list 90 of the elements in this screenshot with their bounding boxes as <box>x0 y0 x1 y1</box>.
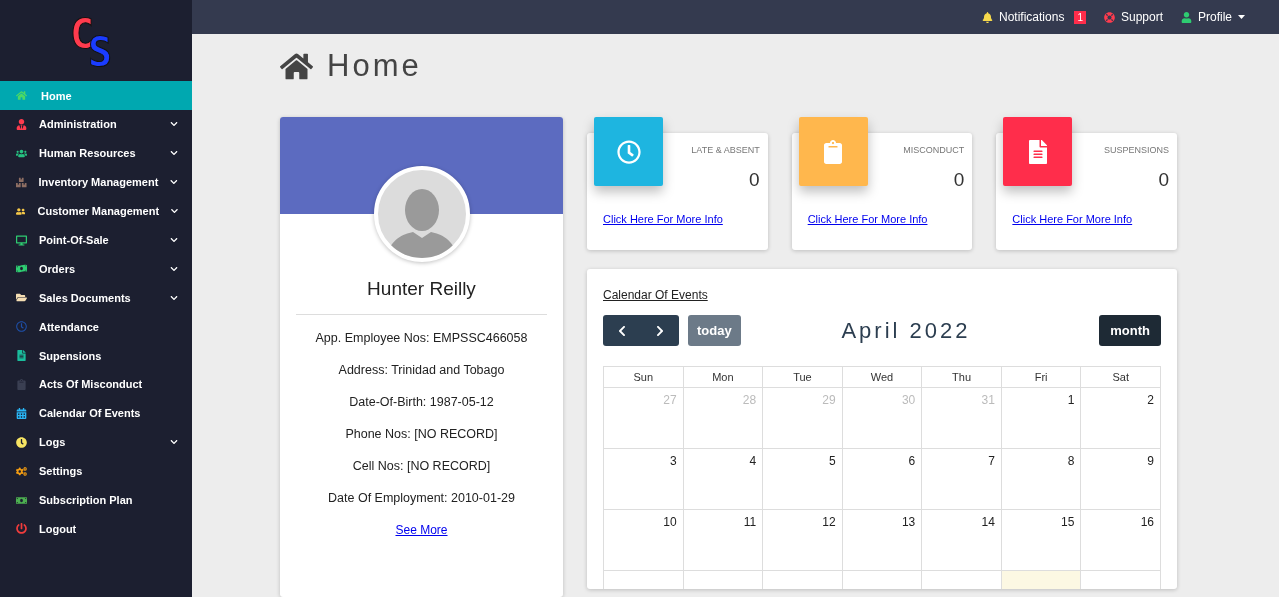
calendar-day-cell[interactable]: 2 <box>1081 388 1161 449</box>
next-button[interactable] <box>641 315 679 346</box>
stat-value: 0 <box>953 169 965 191</box>
sidebar-item[interactable]: Calendar Of Events <box>0 398 192 428</box>
sidebar-item[interactable]: Administration <box>0 110 192 139</box>
sidebar-item[interactable]: Supensions <box>0 341 192 370</box>
clock-icon <box>16 436 27 448</box>
calendar-day-cell[interactable]: 4 <box>683 449 764 510</box>
group-icon <box>16 205 26 217</box>
sidebar-item[interactable]: Logout <box>0 514 192 544</box>
sidebar-item[interactable]: Inventory Management <box>0 167 192 197</box>
calendar-day-cell[interactable]: 11 <box>683 510 764 571</box>
calendar-day-cell[interactable]: 14 <box>922 510 1002 571</box>
profile-menu[interactable]: Profile <box>1181 10 1245 24</box>
calendar-day-cell[interactable]: 9 <box>1081 449 1161 510</box>
clipboard-icon <box>16 378 27 390</box>
clock-icon <box>16 321 27 333</box>
support-link[interactable]: Support <box>1103 10 1163 24</box>
caret-icon <box>1238 15 1245 19</box>
group-icon <box>16 147 27 159</box>
bell-icon <box>982 11 993 23</box>
chevron-down-icon <box>170 120 178 129</box>
employee-detail: Address: Trinidad and Tobago <box>338 363 505 379</box>
notification-count: 1 <box>1074 10 1086 24</box>
calendar-day-cell[interactable]: 1 <box>1001 388 1082 449</box>
calendar-icon <box>16 407 27 419</box>
sidebar-item[interactable]: Point-Of-Sale <box>0 225 192 255</box>
calendar-day-cell[interactable]: 5 <box>763 449 843 510</box>
calendar-title-link[interactable]: Calendar Of Events <box>603 288 708 302</box>
folder-icon <box>16 292 27 304</box>
boxes-icon <box>16 176 27 188</box>
more-info-link[interactable]: Click Here For More Info <box>603 213 723 225</box>
stat-title: MISCONDUCT <box>903 145 965 155</box>
calendar-day-cell[interactable]: 15 <box>1001 510 1082 571</box>
stat-value: 0 <box>1158 169 1169 191</box>
chevron-down-icon <box>170 178 178 187</box>
more-info-link[interactable]: Click Here For More Info <box>807 213 928 225</box>
power-icon <box>16 523 27 535</box>
document-icon <box>16 350 27 362</box>
stat-title: LATE & ABSENT <box>691 145 760 155</box>
calendar-day-cell[interactable]: 12 <box>763 510 843 571</box>
calendar-day-cell[interactable]: 10 <box>604 510 684 571</box>
sidebar-item[interactable]: Sales Documents <box>0 283 192 313</box>
chevron-down-icon <box>170 236 178 244</box>
sidebar-item[interactable]: Subscription Plan <box>0 485 192 515</box>
employee-detail: Phone Nos: [NO RECORD] <box>345 427 498 443</box>
sidebar-item[interactable]: Customer Management <box>0 196 192 226</box>
calendar-day-cell[interactable]: 3 <box>604 449 684 510</box>
calendar-day-cell[interactable]: 8 <box>1001 449 1082 510</box>
money-icon <box>16 263 27 275</box>
employee-detail: Cell Nos: [NO RECORD] <box>352 459 491 475</box>
sidebar-item[interactable]: Orders <box>0 254 192 284</box>
month-view-button[interactable]: month <box>1099 315 1161 346</box>
page-title: Home <box>327 48 422 84</box>
calendar-day-cell[interactable]: 7 <box>922 449 1002 510</box>
employee-name: Hunter Reilly <box>367 278 476 300</box>
sidebar-item[interactable]: Settings <box>0 456 192 486</box>
sidebar-item[interactable]: Attendance <box>0 312 192 342</box>
banknote-icon <box>16 494 27 506</box>
chevron-left-icon <box>616 324 628 337</box>
today-button[interactable]: today <box>688 315 741 346</box>
sidebar-item[interactable]: Logs <box>0 427 192 457</box>
sidebar-item[interactable]: Human Resources <box>0 138 192 168</box>
monitor-icon <box>16 234 27 246</box>
chevron-down-icon <box>170 438 178 447</box>
logo-drawing: CS <box>68 11 124 70</box>
chevron-down-icon <box>170 293 178 302</box>
calendar-day-cell[interactable]: 16 <box>1081 510 1161 571</box>
house-icon <box>16 90 27 101</box>
notifications-link[interactable]: Notifications 1 <box>982 10 1086 24</box>
employee-detail: Date-Of-Birth: 1987-05-12 <box>349 395 494 411</box>
previous-button[interactable] <box>603 315 641 346</box>
user-icon <box>1181 11 1192 23</box>
stat-title: SUSPENSIONS <box>1104 145 1169 155</box>
chevron-down-icon <box>171 207 178 216</box>
chevron-right-icon <box>654 324 666 337</box>
chevron-down-icon <box>170 149 178 158</box>
stat-value: 0 <box>749 169 760 191</box>
calendar-day-cell[interactable]: 13 <box>842 510 923 571</box>
gears-icon <box>16 465 27 477</box>
more-info-link[interactable]: Click Here For More Info <box>1012 213 1133 225</box>
see-more-link[interactable]: See More <box>395 523 448 537</box>
calendar-day-cell[interactable]: 6 <box>842 449 923 510</box>
sidebar-item[interactable]: Acts Of Misconduct <box>0 370 192 399</box>
lifebuoy-icon <box>1103 11 1115 23</box>
employee-detail: App. Employee Nos: EMPSSC466058 <box>315 331 528 347</box>
employee-detail: Date Of Employment: 2010-01-29 <box>328 491 515 507</box>
chevron-down-icon <box>170 264 178 273</box>
month-title: April 2022 <box>840 317 972 344</box>
clock-icon <box>616 139 641 164</box>
